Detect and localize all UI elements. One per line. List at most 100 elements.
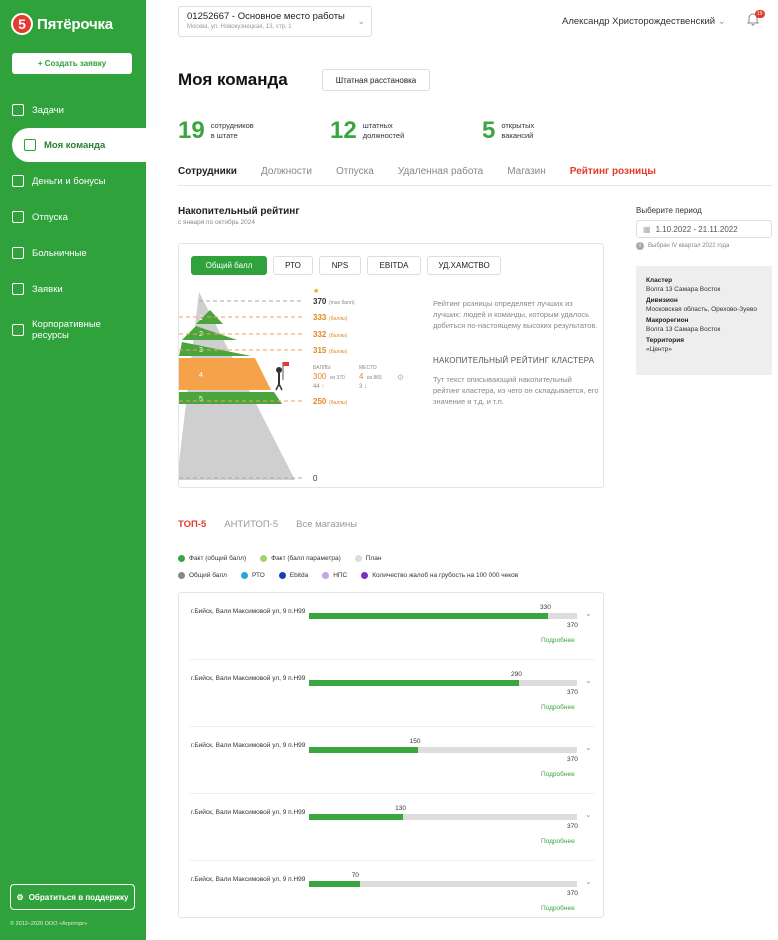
brand-logo[interactable]: 5 Пятёрочка (11, 13, 113, 35)
info-key: Макрорегион (646, 317, 689, 324)
tier-label: 5 (199, 396, 203, 403)
score-of: из 370 (330, 375, 345, 381)
progress-track (309, 814, 577, 820)
rating-title: Накопительный рейтинг (178, 206, 300, 217)
requests-icon (12, 283, 24, 295)
chevron-down-icon: ⌄ (717, 16, 726, 27)
info-value: Волга 13 Самара Восток (646, 325, 721, 333)
pill-rudeness[interactable]: УД.ХАМСТВО (427, 256, 501, 275)
tab-top5[interactable]: ТОП-5 (178, 519, 206, 530)
store-max: 370 (567, 689, 578, 696)
legend-label: Факт (балл параметра) (271, 555, 341, 562)
pill-rto[interactable]: РТО (273, 256, 313, 275)
level-value: 333 (313, 313, 327, 322)
chevron-down-icon[interactable]: ⌄ (585, 743, 592, 752)
store-address: г.Бийск, Вали Максимовой ул, 9 п.Н99 (191, 675, 306, 682)
more-link[interactable]: Подробнее (541, 637, 575, 644)
store-list: г.Бийск, Вали Максимовой ул, 9 п.Н99 330 3… (178, 592, 604, 918)
store-row: г.Бийск, Вали Максимовой ул, 9 п.Н99 330 3… (189, 593, 595, 660)
rating-pyramid: 1 2 3 4 5 ★ 370 (max балл) 333 (баллы) 3… (179, 287, 404, 483)
rating-filter: Общий балл РТО NPS EBITDA УД.ХАМСТВО (191, 256, 501, 275)
sidebar-item-sick-leave[interactable]: Больничные (0, 236, 146, 270)
pill-ebitda[interactable]: EBITDA (367, 256, 421, 275)
legend-swatch (240, 572, 248, 579)
store-value: 70 (351, 872, 359, 879)
user-menu[interactable]: Александр Христорождественский ⌄ (562, 16, 726, 27)
place-of: из 865 (367, 375, 382, 381)
info-key: Территория (646, 337, 685, 344)
sidebar-item-label: Задачи (32, 104, 64, 116)
info-key: Кластер (646, 277, 673, 284)
stat-label: штатных должностей (362, 121, 405, 140)
period-label: Выберите период (636, 206, 702, 215)
chevron-down-icon[interactable]: ⌄ (585, 609, 592, 618)
more-link[interactable]: Подробнее (541, 905, 575, 912)
settings-icon[interactable]: ⚙ (397, 373, 404, 382)
chevron-down-icon[interactable]: ⌄ (585, 676, 592, 685)
tab-positions[interactable]: Должности (261, 166, 312, 185)
period-input[interactable]: ▦ 1.10.2022 - 21.11.2022 (636, 220, 772, 238)
sidebar-item-tasks[interactable]: Задачи (0, 93, 146, 127)
tabs: Сотрудники Должности Отпуска Удаленная р… (178, 166, 772, 186)
store-max: 370 (567, 756, 578, 763)
create-request-button[interactable]: + Создать заявку (12, 53, 132, 74)
tier-label: 1 (199, 315, 203, 322)
legend-row: Общий балл РТО Ebitda НПС Количество жалоб н… (178, 572, 598, 579)
tab-all-stores[interactable]: Все магазины (296, 519, 357, 530)
chevron-down-icon[interactable]: ⌄ (585, 877, 592, 886)
support-button[interactable]: ⚙ Обратиться в поддержку (10, 884, 135, 910)
cluster-description: Тут текст описывающий накопительный рейт… (433, 375, 599, 406)
tab-remote[interactable]: Удаленная работа (398, 166, 483, 185)
sidebar: 5 Пятёрочка + Создать заявку Задачи Моя к… (0, 0, 146, 940)
sidebar-item-resources[interactable]: Корпоративные ресурсы (0, 308, 146, 352)
legend-label: Количество жалоб на грубость на 100 000 … (372, 572, 519, 579)
page-title: Моя команда (178, 70, 288, 89)
info-value: «Центр» (646, 345, 672, 353)
tab-retail-rating[interactable]: Рейтинг розницы (570, 166, 656, 185)
team-icon (24, 139, 36, 151)
legend-swatch (361, 572, 369, 579)
level-note: (баллы) (329, 349, 348, 355)
progress-fill (309, 814, 404, 820)
sidebar-item-wallet[interactable]: Деньги и бонусы (0, 164, 146, 198)
legend-row: Факт (общий балл) Факт (балл параметра) Пл… (178, 555, 598, 562)
resources-icon (12, 324, 24, 336)
score-value: 300 (313, 372, 327, 381)
tab-antitop5[interactable]: АНТИТОП-5 (224, 519, 278, 530)
info-value: Волга 13 Самара Восток (646, 285, 721, 293)
period-value: 1.10.2022 - 21.11.2022 (655, 224, 738, 234)
legend-item: План (354, 555, 381, 562)
more-link[interactable]: Подробнее (541, 838, 575, 845)
rating-description: Рейтинг розницы определяет лучших из луч… (433, 299, 598, 330)
sidebar-item-team[interactable]: Моя команда (12, 128, 146, 162)
tab-vacations[interactable]: Отпуска (336, 166, 374, 185)
more-link[interactable]: Подробнее (541, 771, 575, 778)
staff-arrangement-button[interactable]: Штатная расстановка (322, 69, 430, 91)
legend-item: Факт (балл параметра) (260, 555, 341, 562)
progress-track (309, 747, 577, 753)
stat-number: 5 (482, 117, 496, 144)
logo-badge: 5 (11, 13, 33, 35)
tab-store[interactable]: Магазин (507, 166, 546, 185)
legend: Факт (общий балл) Факт (балл параметра) Пл… (178, 555, 598, 589)
chevron-down-icon[interactable]: ⌄ (585, 810, 592, 819)
store-address: г.Бийск, Вали Максимовой ул, 9 п.Н99 (191, 742, 306, 749)
store-address: г.Бийск, Вали Максимовой ул, 9 п.Н99 (191, 876, 306, 883)
store-value: 330 (540, 604, 551, 611)
sidebar-item-vacation[interactable]: Отпуска (0, 200, 146, 234)
copyright: © 2012–2020 ООО «Агроторг» (10, 921, 88, 927)
store-address: г.Бийск, Вали Максимовой ул, 9 п.Н99 (191, 809, 306, 816)
more-link[interactable]: Подробнее (541, 704, 575, 711)
pill-total[interactable]: Общий балл (191, 256, 267, 275)
user-name: Александр Христорождественский (562, 16, 716, 27)
store-value: 150 (409, 738, 421, 745)
level-note: (max балл) (329, 300, 355, 306)
stat-label: открытых вакансий (501, 121, 535, 140)
pill-nps[interactable]: NPS (319, 256, 361, 275)
legend-swatch (178, 572, 185, 579)
sidebar-item-requests[interactable]: Заявки (0, 272, 146, 306)
info-icon: i (636, 242, 644, 250)
workplace-select[interactable]: 01252667 - Основное место работы Москва,… (178, 6, 372, 37)
tab-employees[interactable]: Сотрудники (178, 166, 237, 185)
legend-swatch (278, 572, 286, 579)
